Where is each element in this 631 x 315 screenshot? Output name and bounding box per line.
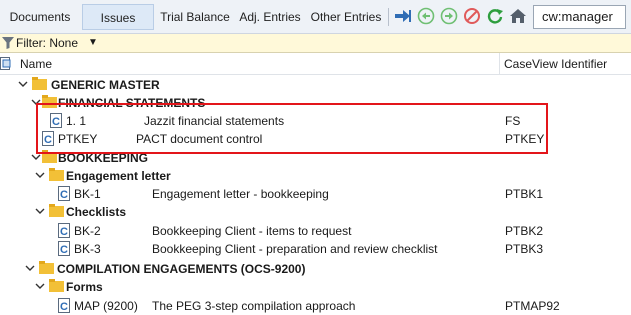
- tree-label: Forms: [66, 280, 103, 294]
- filter-dropdown-icon[interactable]: ▼: [88, 37, 98, 48]
- tree-row-bk3-document[interactable]: C BK-3 Bookkeeping Client - preparation …: [0, 240, 631, 258]
- no-entry-icon[interactable]: [463, 7, 481, 25]
- tab-trial-balance[interactable]: Trial Balance: [158, 4, 232, 30]
- tree-row-forms[interactable]: Forms: [0, 278, 631, 296]
- tree-row-checklists[interactable]: Checklists: [0, 203, 631, 221]
- forward-circle-icon[interactable]: [440, 7, 458, 25]
- svg-text:C: C: [60, 189, 68, 201]
- caseview-document-icon: C: [58, 223, 70, 238]
- tab-issues[interactable]: Issues: [82, 4, 154, 30]
- document-identifier: PTMAP92: [505, 299, 560, 313]
- caseview-document-icon: C: [58, 186, 70, 201]
- tab-documents[interactable]: Documents: [0, 4, 80, 30]
- filter-icon[interactable]: [2, 37, 14, 49]
- document-title: The PEG 3-step compilation approach: [152, 299, 356, 313]
- user-field[interactable]: cw:manager: [533, 5, 626, 29]
- tree-label: Checklists: [66, 205, 127, 219]
- document-title: Bookkeeping Client - preparation and rev…: [152, 242, 438, 256]
- toolbar-separator: [388, 8, 389, 26]
- tree-label: Engagement letter: [66, 169, 171, 183]
- svg-text:C: C: [60, 301, 68, 313]
- tree-row-bk1-document[interactable]: C BK-1 Engagement letter - bookkeeping P…: [0, 185, 631, 203]
- folder-icon: [49, 168, 64, 181]
- document-number: MAP (9200): [74, 299, 138, 313]
- folder-icon: [49, 204, 64, 217]
- svg-text:C: C: [60, 244, 68, 256]
- tree-row-compilation-engagements[interactable]: COMPILATION ENGAGEMENTS (OCS-9200): [0, 260, 631, 278]
- tree-row-map-document[interactable]: C MAP (9200) The PEG 3-step compilation …: [0, 297, 631, 315]
- chevron-down-icon[interactable]: [34, 280, 46, 292]
- highlight-box: [36, 103, 548, 154]
- tab-other-entries[interactable]: Other Entries: [308, 4, 384, 30]
- folder-icon: [39, 261, 54, 274]
- folder-icon: [32, 77, 47, 90]
- document-identifier: PTBK1: [505, 187, 544, 201]
- document-identifier: PTBK2: [505, 224, 544, 238]
- column-divider[interactable]: [499, 53, 500, 75]
- caseview-document-icon: C: [58, 298, 70, 313]
- filter-bar: Filter: None ▼: [0, 34, 631, 53]
- column-name[interactable]: Name: [20, 57, 52, 71]
- tree-row-bk2-document[interactable]: C BK-2 Bookkeeping Client - items to req…: [0, 222, 631, 240]
- document-number: BK-2: [74, 224, 101, 238]
- home-icon[interactable]: [509, 7, 527, 25]
- chevron-down-icon[interactable]: [17, 78, 29, 90]
- document-number: BK-3: [74, 242, 101, 256]
- caseview-document-icon: C: [58, 241, 70, 256]
- filter-label[interactable]: Filter: None: [16, 36, 78, 50]
- chevron-down-icon[interactable]: [34, 169, 46, 181]
- document-column-icon: [0, 57, 11, 70]
- tree-label: GENERIC MASTER: [51, 78, 160, 92]
- document-title: Engagement letter - bookkeeping: [152, 187, 329, 201]
- column-header: Name CaseView Identifier: [0, 53, 631, 75]
- back-circle-icon[interactable]: [417, 7, 435, 25]
- column-caseview-identifier[interactable]: CaseView Identifier: [504, 57, 607, 71]
- tree-row-generic-master[interactable]: GENERIC MASTER: [0, 76, 631, 94]
- document-title: Bookkeeping Client - items to request: [152, 224, 352, 238]
- document-identifier: PTBK3: [505, 242, 544, 256]
- svg-text:C: C: [60, 226, 68, 238]
- refresh-icon[interactable]: [486, 7, 504, 25]
- jump-arrow-icon[interactable]: [394, 7, 412, 25]
- tree-row-engagement-letter[interactable]: Engagement letter: [0, 167, 631, 185]
- document-number: BK-1: [74, 187, 101, 201]
- chevron-down-icon[interactable]: [24, 262, 36, 274]
- tree-label: COMPILATION ENGAGEMENTS (OCS-9200): [57, 262, 306, 276]
- tab-adj-entries[interactable]: Adj. Entries: [236, 4, 304, 30]
- folder-icon: [49, 279, 64, 292]
- chevron-down-icon[interactable]: [34, 205, 46, 217]
- toolbar: Documents Issues Trial Balance Adj. Entr…: [0, 0, 631, 34]
